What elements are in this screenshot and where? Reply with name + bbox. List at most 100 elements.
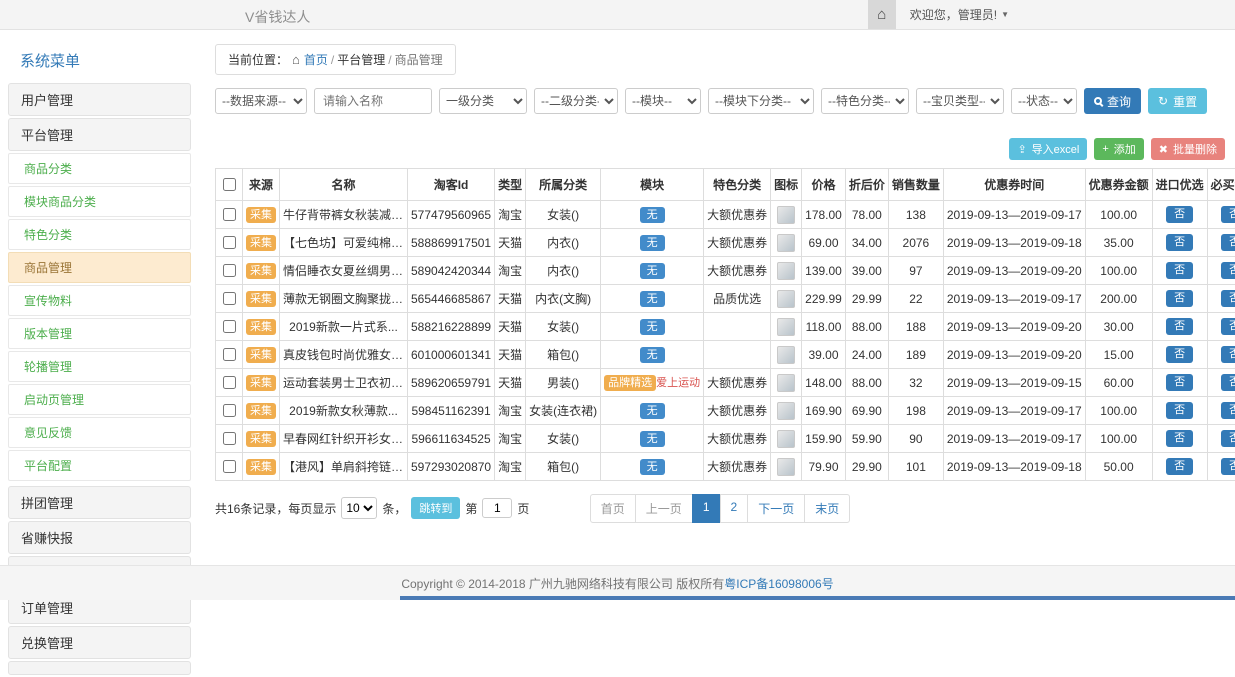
- sidebar-item[interactable]: 省赚快报: [8, 521, 191, 554]
- must-buy-toggle[interactable]: 否: [1221, 402, 1235, 419]
- row-checkbox[interactable]: [223, 208, 236, 221]
- source-badge: 采集: [246, 375, 276, 391]
- sidebar-subitem[interactable]: 版本管理: [8, 318, 191, 349]
- import-select-toggle[interactable]: 否: [1166, 346, 1193, 363]
- sidebar-subitem[interactable]: 启动页管理: [8, 384, 191, 415]
- import-select-toggle[interactable]: 否: [1166, 430, 1193, 447]
- row-checkbox[interactable]: [223, 292, 236, 305]
- jump-button[interactable]: 跳转到: [411, 497, 460, 519]
- source-cell: 采集: [243, 397, 280, 425]
- must-buy-toggle[interactable]: 否: [1221, 262, 1235, 279]
- sidebar-subitem[interactable]: 轮播管理: [8, 351, 191, 382]
- sidebar-subitem[interactable]: 模块商品分类: [8, 186, 191, 217]
- item-type-select[interactable]: --宝贝类型--: [916, 88, 1004, 114]
- source-badge: 采集: [246, 263, 276, 279]
- sales-count: 97: [888, 257, 943, 285]
- row-checkbox[interactable]: [223, 264, 236, 277]
- module-tag: 爱上运动: [656, 377, 700, 389]
- breadcrumb-separator: /: [331, 53, 334, 67]
- batch-delete-button[interactable]: ✖ 批量删除: [1151, 138, 1225, 160]
- home-icon: ⌂: [292, 52, 300, 67]
- must-buy-toggle[interactable]: 否: [1221, 318, 1235, 335]
- pagination-row: 共16条记录，每页显示 10 条， 跳转到 第 页 首页上一页12下一页末页: [215, 494, 1225, 524]
- pager-item[interactable]: 下一页: [747, 494, 805, 523]
- name-input[interactable]: [314, 88, 432, 114]
- must-buy-toggle[interactable]: 否: [1221, 374, 1235, 391]
- import-select-toggle[interactable]: 否: [1166, 290, 1193, 307]
- module-cell: 品牌精选爱上运动: [601, 369, 704, 397]
- feature-category: 大额优惠券: [704, 257, 771, 285]
- sales-count: 22: [888, 285, 943, 313]
- category-level2-select[interactable]: --二级分类--: [534, 88, 618, 114]
- row-checkbox[interactable]: [223, 376, 236, 389]
- pager-item[interactable]: 1: [692, 494, 721, 523]
- table-row: 采集【港风】单肩斜挎链条...597293020870淘宝箱包()无大额优惠券7…: [216, 453, 1235, 481]
- reset-button[interactable]: ↻ 重置: [1148, 88, 1207, 114]
- user-menu[interactable]: 欢迎您，管理员! ▼: [910, 6, 1009, 23]
- copyright-text: Copyright © 2014-2018 广州九驰网络科技有限公司 版权所有: [401, 575, 724, 592]
- import-select-toggle[interactable]: 否: [1166, 206, 1193, 223]
- discount-price: 34.00: [845, 229, 888, 257]
- import-select-cell: 否: [1152, 201, 1207, 229]
- pager-item[interactable]: 2: [720, 494, 749, 523]
- sidebar-subitem[interactable]: 宣传物料: [8, 285, 191, 316]
- column-header: 类型: [495, 169, 526, 201]
- column-header: 来源: [243, 169, 280, 201]
- row-checkbox[interactable]: [223, 432, 236, 445]
- taoke-id: 588216228899: [408, 313, 495, 341]
- status-select[interactable]: --状态--: [1011, 88, 1077, 114]
- sidebar-subitem[interactable]: 商品管理: [8, 252, 191, 283]
- table-row: 采集运动套装男士卫衣初秋...589620659791天猫男装()品牌精选爱上运…: [216, 369, 1235, 397]
- must-buy-toggle[interactable]: 否: [1221, 346, 1235, 363]
- must-buy-toggle[interactable]: 否: [1221, 290, 1235, 307]
- product-type: 天猫: [495, 229, 526, 257]
- search-button[interactable]: 查询: [1084, 88, 1141, 114]
- sidebar-item[interactable]: 用户管理: [8, 83, 191, 116]
- must-buy-toggle[interactable]: 否: [1221, 458, 1235, 475]
- import-select-toggle[interactable]: 否: [1166, 402, 1193, 419]
- category-level1-select[interactable]: 一级分类: [439, 88, 527, 114]
- select-all-checkbox[interactable]: [223, 178, 236, 191]
- must-buy-toggle[interactable]: 否: [1221, 430, 1235, 447]
- sales-count: 189: [888, 341, 943, 369]
- row-checkbox[interactable]: [223, 404, 236, 417]
- import-select-toggle[interactable]: 否: [1166, 374, 1193, 391]
- page-jump-input[interactable]: [482, 498, 512, 518]
- import-select-toggle[interactable]: 否: [1166, 458, 1193, 475]
- module-select[interactable]: --模块--: [625, 88, 701, 114]
- add-button[interactable]: + 添加: [1094, 138, 1143, 160]
- product-type: 淘宝: [495, 397, 526, 425]
- row-select-cell: [216, 425, 243, 453]
- sidebar-item[interactable]: 兑换管理: [8, 626, 191, 659]
- sidebar-subitem[interactable]: 平台配置: [8, 450, 191, 481]
- row-checkbox[interactable]: [223, 236, 236, 249]
- pager-item[interactable]: 首页: [590, 494, 636, 523]
- pager-item[interactable]: 上一页: [635, 494, 693, 523]
- pager-item[interactable]: 末页: [804, 494, 850, 523]
- must-buy-toggle[interactable]: 否: [1221, 234, 1235, 251]
- sidebar-item[interactable]: [8, 661, 191, 675]
- import-excel-button[interactable]: ⇪ 导入excel: [1009, 138, 1087, 160]
- row-checkbox[interactable]: [223, 320, 236, 333]
- module-sub-select[interactable]: --模块下分类--: [708, 88, 814, 114]
- must-buy-toggle[interactable]: 否: [1221, 206, 1235, 223]
- import-select-toggle[interactable]: 否: [1166, 318, 1193, 335]
- data-source-select[interactable]: --数据来源--: [215, 88, 307, 114]
- import-select-toggle[interactable]: 否: [1166, 234, 1193, 251]
- must-buy-cell: 否: [1207, 313, 1235, 341]
- sidebar-item[interactable]: 平台管理: [8, 118, 191, 151]
- feature-select[interactable]: --特色分类--: [821, 88, 909, 114]
- sidebar-subitem[interactable]: 商品分类: [8, 153, 191, 184]
- icp-link[interactable]: 粤ICP备16098006号: [724, 575, 833, 592]
- import-select-toggle[interactable]: 否: [1166, 262, 1193, 279]
- module-cell: 无: [601, 313, 704, 341]
- breadcrumb-item[interactable]: 首页: [304, 53, 328, 67]
- sidebar-item[interactable]: 拼团管理: [8, 486, 191, 519]
- row-checkbox[interactable]: [223, 460, 236, 473]
- must-buy-cell: 否: [1207, 369, 1235, 397]
- per-page-select[interactable]: 10: [341, 497, 377, 519]
- row-checkbox[interactable]: [223, 348, 236, 361]
- sidebar-subitem[interactable]: 特色分类: [8, 219, 191, 250]
- sidebar-subitem[interactable]: 意见反馈: [8, 417, 191, 448]
- home-button[interactable]: ⌂: [868, 0, 896, 29]
